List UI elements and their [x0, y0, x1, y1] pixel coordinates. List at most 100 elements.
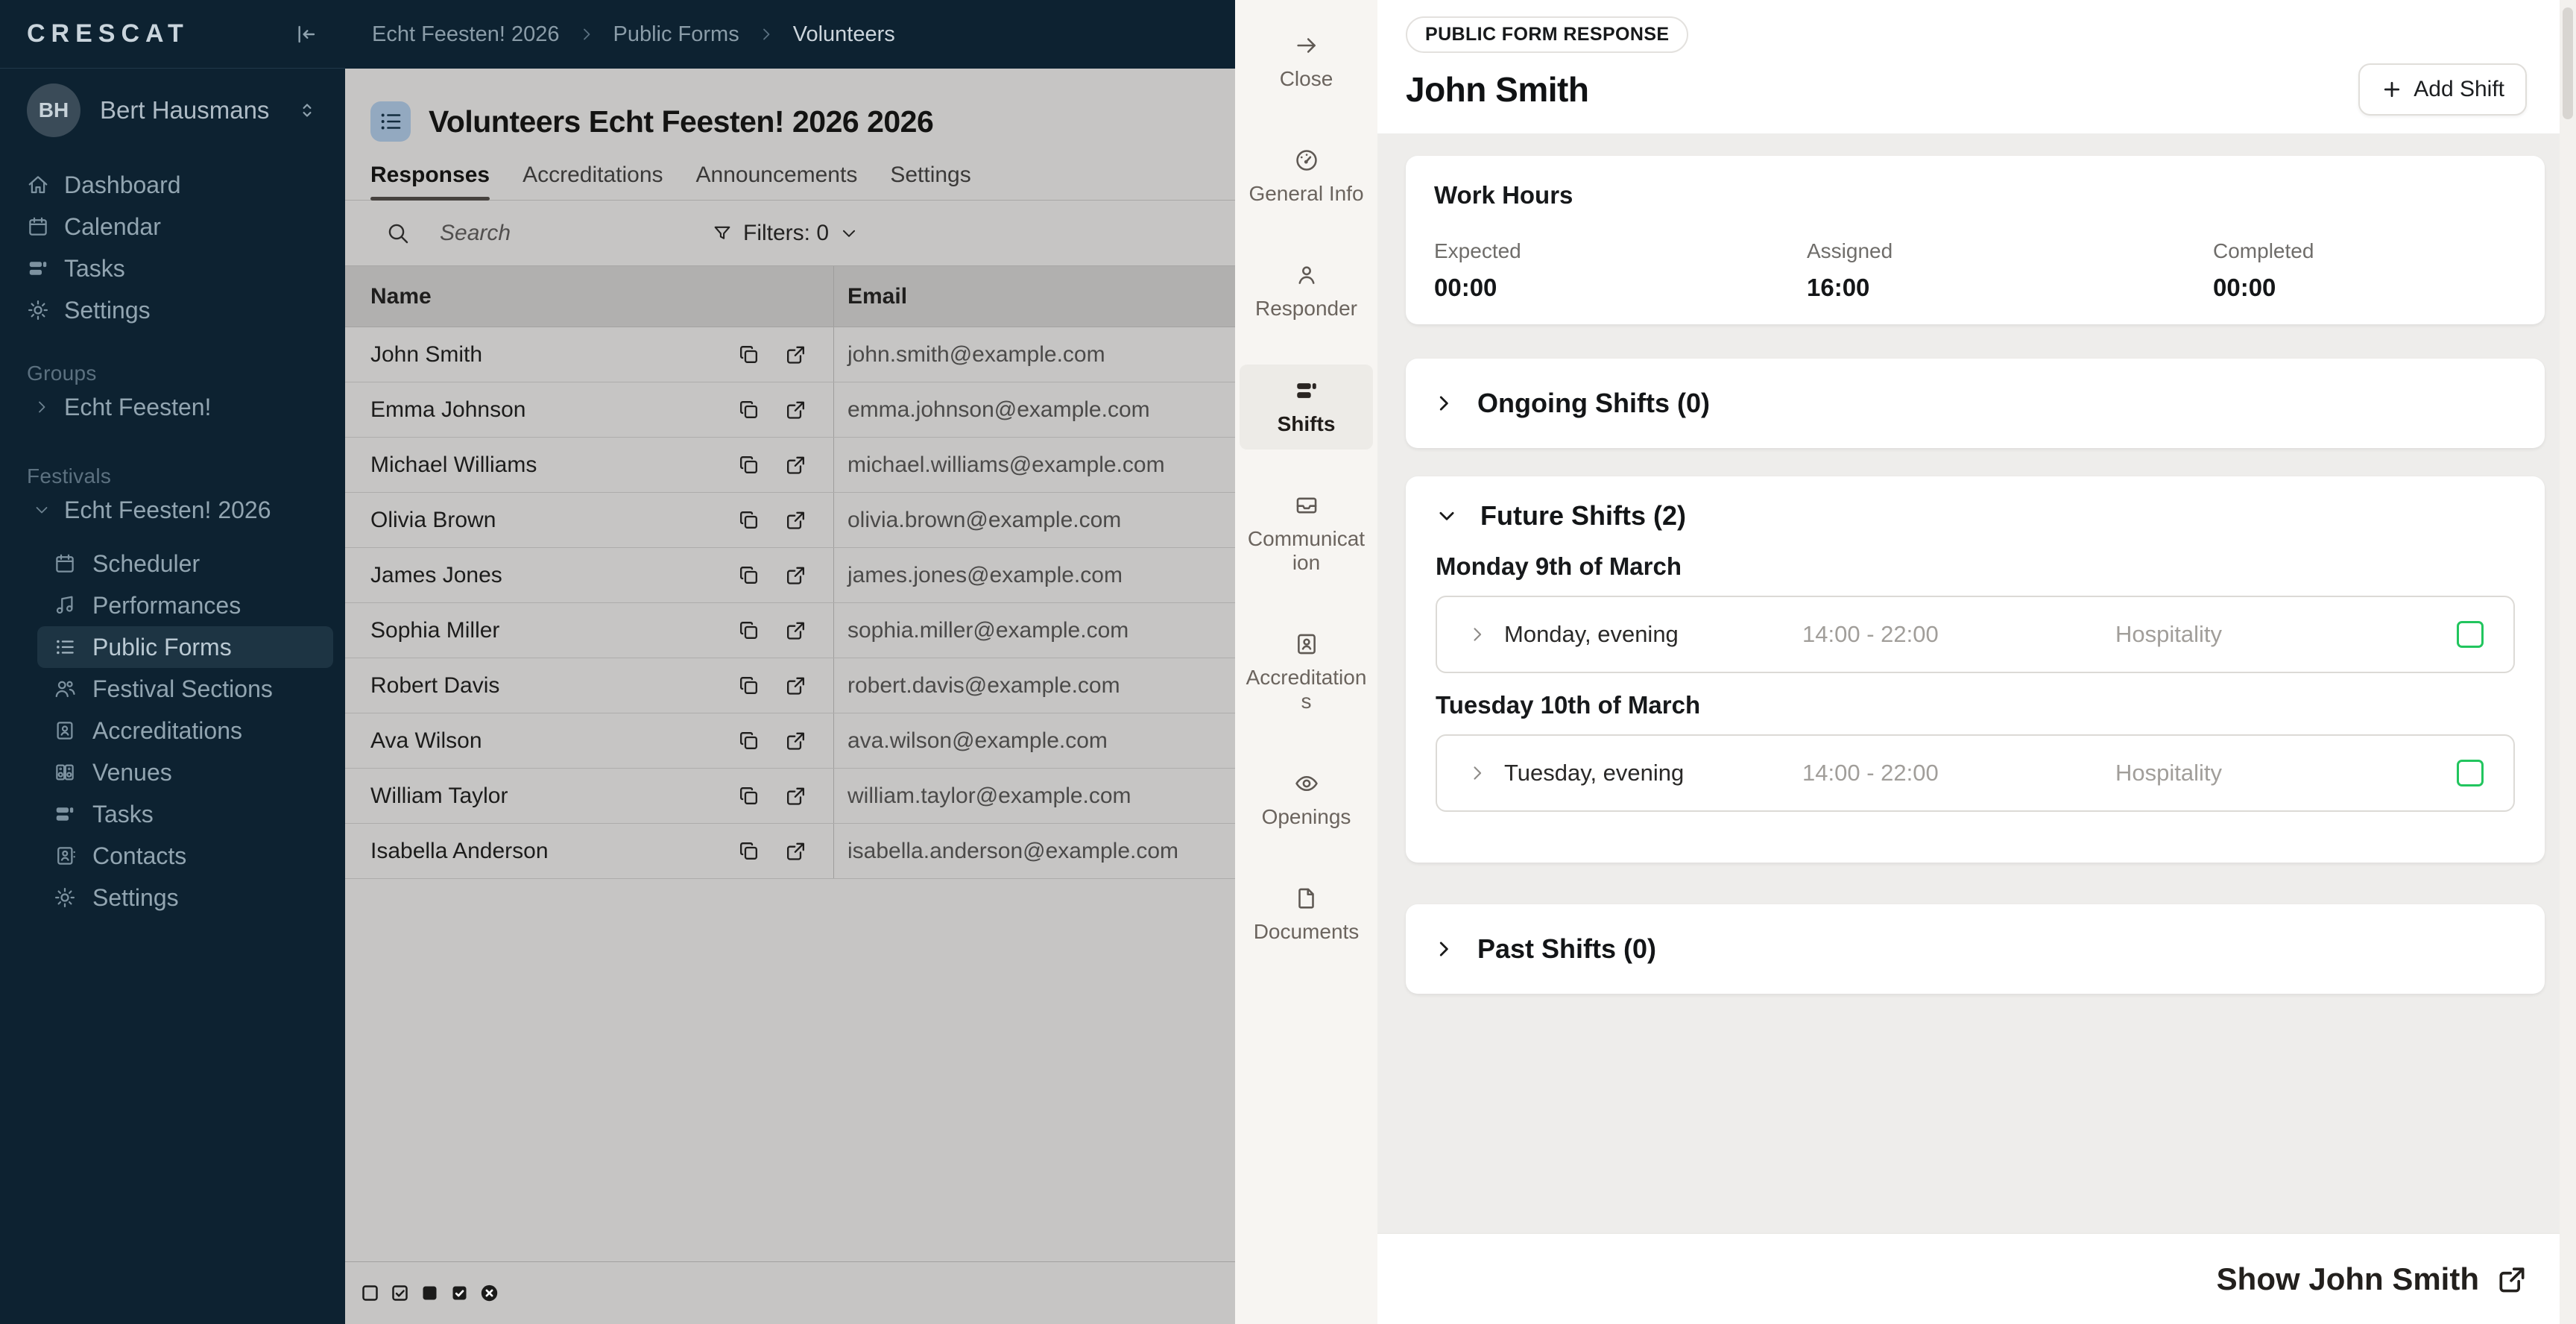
shift-checkbox[interactable]: [2457, 621, 2484, 648]
tab-responder[interactable]: Responder: [1240, 249, 1373, 334]
sidebar-item-calendar[interactable]: Calendar: [0, 206, 345, 248]
external-link-icon[interactable]: [784, 784, 807, 807]
external-link-icon[interactable]: [784, 674, 807, 697]
detail-toolbar: Close General Info Responder Shifts Comm…: [1235, 0, 1377, 1324]
sidebar-item-dashboard[interactable]: Dashboard: [0, 164, 345, 206]
detail-header: PUBLIC FORM RESPONSE John Smith Add Shif…: [1377, 0, 2576, 133]
address-book-icon: [54, 845, 76, 867]
sidebar-item-settings[interactable]: Settings: [0, 289, 345, 331]
external-link-icon[interactable]: [784, 398, 807, 421]
scrollbar-thumb[interactable]: [2563, 7, 2573, 119]
sidebar-group-echt-feesten[interactable]: Echt Feesten!: [0, 386, 345, 428]
table-row[interactable]: John Smith john.smith@example.com: [345, 327, 1235, 382]
table-row[interactable]: Olivia Brown olivia.brown@example.com: [345, 493, 1235, 548]
tab-documents[interactable]: Documents: [1240, 872, 1373, 957]
copy-icon[interactable]: [737, 784, 760, 807]
search-input[interactable]: Search: [440, 221, 511, 246]
chevron-down-icon: [1436, 505, 1458, 527]
tool-label: Responder: [1255, 297, 1357, 321]
table-row[interactable]: Ava Wilson ava.wilson@example.com: [345, 713, 1235, 769]
tab-settings[interactable]: Settings: [890, 163, 970, 200]
sidebar-item-venues[interactable]: Venues: [37, 751, 333, 793]
gear-icon: [27, 299, 49, 321]
table-row[interactable]: Michael Williams michael.williams@exampl…: [345, 438, 1235, 493]
external-link-icon[interactable]: [784, 729, 807, 752]
row-email: william.taylor@example.com: [833, 769, 1235, 823]
sidebar-item-label: Calendar: [64, 212, 161, 240]
tab-general-info[interactable]: General Info: [1240, 134, 1373, 219]
chevron-down-icon: [33, 501, 51, 519]
shift-checkbox[interactable]: [2457, 760, 2484, 786]
past-shifts-section[interactable]: Past Shifts (0): [1406, 904, 2545, 994]
copy-icon[interactable]: [737, 508, 760, 532]
copy-icon[interactable]: [737, 619, 760, 642]
sidebar-item-contacts[interactable]: Contacts: [37, 835, 333, 877]
tab-openings[interactable]: Openings: [1240, 757, 1373, 842]
table-row[interactable]: Emma Johnson emma.johnson@example.com: [345, 382, 1235, 438]
ongoing-shifts-section[interactable]: Ongoing Shifts (0): [1406, 359, 2545, 448]
close-panel-button[interactable]: Close: [1240, 19, 1373, 104]
external-link-icon[interactable]: [784, 508, 807, 532]
chevron-right-icon: [578, 25, 596, 43]
copy-icon[interactable]: [737, 674, 760, 697]
work-hours-card: Work Hours Expected 00:00 Assigned 16:00…: [1406, 156, 2545, 324]
copy-icon[interactable]: [737, 343, 760, 366]
external-link-icon[interactable]: [784, 839, 807, 863]
table-row[interactable]: James Jones james.jones@example.com: [345, 548, 1235, 603]
tab-shifts[interactable]: Shifts: [1240, 364, 1373, 450]
home-icon: [27, 174, 49, 196]
filters-dropdown[interactable]: Filters: 0: [712, 221, 859, 246]
future-shifts-toggle[interactable]: Future Shifts (2): [1436, 500, 2515, 532]
column-header-email[interactable]: Email: [833, 266, 1235, 327]
table-row[interactable]: Robert Davis robert.davis@example.com: [345, 658, 1235, 713]
chevron-right-icon: [757, 25, 775, 43]
tab-announcements[interactable]: Announcements: [696, 163, 858, 200]
scrollbar[interactable]: [2560, 0, 2576, 1324]
column-header-name[interactable]: Name: [345, 266, 833, 327]
sidebar-item-scheduler[interactable]: Scheduler: [37, 543, 333, 584]
copy-icon[interactable]: [737, 729, 760, 752]
sidebar-item-public-forms[interactable]: Public Forms: [37, 626, 333, 668]
list-panel-header: Volunteers Echt Feesten! 2026 2026: [345, 69, 1235, 142]
shift-row[interactable]: Monday, evening 14:00 - 22:00 Hospitalit…: [1436, 596, 2515, 673]
table-row[interactable]: William Taylor william.taylor@example.co…: [345, 769, 1235, 824]
table-row[interactable]: Isabella Anderson isabella.anderson@exam…: [345, 824, 1235, 879]
copy-icon[interactable]: [737, 398, 760, 421]
breadcrumb-item-festival[interactable]: Echt Feesten! 2026: [372, 22, 560, 47]
row-email: isabella.anderson@example.com: [833, 824, 1235, 878]
external-link-icon[interactable]: [2496, 1263, 2528, 1296]
shift-row[interactable]: Tuesday, evening 14:00 - 22:00 Hospitali…: [1436, 734, 2515, 812]
external-link-icon[interactable]: [784, 453, 807, 476]
funnel-icon: [712, 223, 733, 244]
copy-icon[interactable]: [737, 564, 760, 587]
tab-accreditations[interactable]: Accreditations: [1240, 618, 1373, 727]
sidebar-item-accreditations[interactable]: Accreditations: [37, 710, 333, 751]
sidebar-item-performances[interactable]: Performances: [37, 584, 333, 626]
tab-responses[interactable]: Responses: [370, 163, 490, 201]
sidebar-item-festival-tasks[interactable]: Tasks: [37, 793, 333, 835]
chevron-right-icon[interactable]: [1467, 624, 1504, 645]
sidebar-item-festival-settings[interactable]: Settings: [37, 877, 333, 918]
sidebar-item-festival-sections[interactable]: Festival Sections: [37, 668, 333, 710]
tab-communication[interactable]: Communication: [1240, 479, 1373, 588]
external-link-icon[interactable]: [784, 619, 807, 642]
row-email: michael.williams@example.com: [833, 438, 1235, 492]
sidebar-festival-echt-feesten-2026[interactable]: Echt Feesten! 2026: [0, 489, 345, 531]
user-name: Bert Hausmans: [100, 96, 270, 124]
external-link-icon[interactable]: [784, 343, 807, 366]
copy-icon[interactable]: [737, 839, 760, 863]
sidebar-collapse-button[interactable]: [294, 22, 318, 46]
sidebar-item-tasks[interactable]: Tasks: [0, 248, 345, 289]
chevron-right-icon: [1433, 392, 1455, 414]
copy-icon[interactable]: [737, 453, 760, 476]
external-link-icon[interactable]: [784, 564, 807, 587]
add-shift-button[interactable]: Add Shift: [2358, 63, 2527, 116]
tab-accreditations[interactable]: Accreditations: [523, 163, 663, 200]
table-row[interactable]: Sophia Miller sophia.miller@example.com: [345, 603, 1235, 658]
chevron-right-icon[interactable]: [1467, 763, 1504, 784]
show-responder-link[interactable]: Show John Smith: [2217, 1261, 2479, 1297]
breadcrumb-item-public-forms[interactable]: Public Forms: [613, 22, 739, 47]
user-menu[interactable]: BH Bert Hausmans: [0, 69, 345, 152]
filters-label: Filters: 0: [743, 220, 830, 245]
breadcrumb: Echt Feesten! 2026 Public Forms Voluntee…: [345, 0, 1235, 69]
